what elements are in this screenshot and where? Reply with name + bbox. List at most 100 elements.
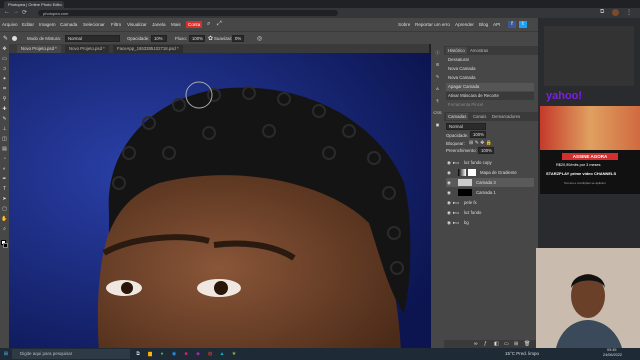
- profile-avatar[interactable]: [612, 9, 619, 16]
- taskbar-search-box[interactable]: Digite aqui para pesquisar: [12, 349, 130, 359]
- clock-date[interactable]: 24/06/2022: [603, 353, 622, 357]
- fullscreen-icon[interactable]: ⤢: [217, 21, 222, 28]
- pen-tool-icon[interactable]: ✒: [1, 176, 8, 183]
- properties-icon[interactable]: ☰: [433, 60, 442, 69]
- history-item[interactable]: Apagar Camada: [446, 83, 534, 91]
- smoothing-input[interactable]: 0%: [232, 35, 244, 42]
- layer-row[interactable]: ◉ ▸▭ luz fundo copy: [446, 158, 534, 167]
- clock-time[interactable]: 09:45: [607, 348, 617, 352]
- menu-mais[interactable]: Mais: [171, 22, 181, 27]
- tab-history[interactable]: Histórico: [446, 47, 467, 54]
- reload-icon[interactable]: ⟳: [22, 9, 27, 16]
- chrome-icon[interactable]: ◍: [206, 350, 214, 358]
- back-icon[interactable]: ←: [4, 9, 10, 15]
- history-item[interactable]: Nova Camada: [446, 74, 534, 82]
- image-panel-icon[interactable]: ▣: [433, 120, 442, 129]
- css-icon[interactable]: CSS: [433, 108, 442, 117]
- taskbar-app-icon[interactable]: ●: [158, 350, 166, 358]
- menu-visualizar[interactable]: Visualizar: [127, 22, 147, 27]
- lock-icons[interactable]: ⊞ ✎ ✥ 🔒: [469, 140, 492, 146]
- fill-input[interactable]: 100%: [478, 147, 494, 154]
- menu-api[interactable]: API: [493, 22, 500, 27]
- task-view-icon[interactable]: ⧉: [134, 350, 142, 358]
- dodge-tool-icon[interactable]: ◐: [1, 166, 8, 173]
- menu-blog[interactable]: Blog: [479, 22, 488, 27]
- tab-channels[interactable]: Canais: [471, 113, 488, 120]
- layer-row[interactable]: ◉ ▸▭ bg: [446, 218, 534, 227]
- move-tool-icon[interactable]: ✥: [1, 46, 8, 53]
- new-layer-icon[interactable]: ⊞: [514, 341, 518, 347]
- crop-tool-icon[interactable]: ⌗: [1, 86, 8, 93]
- image-canvas[interactable]: [9, 53, 431, 348]
- menu-sobre[interactable]: Sobre: [398, 22, 410, 27]
- history-item[interactable]: Nova Camada: [446, 65, 534, 73]
- paragraph-icon[interactable]: ¶: [433, 96, 442, 105]
- file-explorer-icon[interactable]: ▆: [146, 350, 154, 358]
- doc-tab-2[interactable]: Novo Projeto.psd *: [65, 45, 109, 53]
- menu-filtro[interactable]: Filtro: [111, 22, 121, 27]
- menu-imagem[interactable]: Imagem: [39, 22, 56, 27]
- extensions-icon[interactable]: ⧉: [600, 9, 604, 16]
- history-item[interactable]: Ativar Máscara de Recorte: [446, 92, 534, 100]
- marquee-tool-icon[interactable]: ▭: [1, 56, 8, 63]
- layer-row[interactable]: ◉ ▸▭ pele fx: [446, 198, 534, 207]
- layer-opacity-input[interactable]: 100%: [470, 131, 486, 138]
- history-item[interactable]: Ferramenta Pincel: [446, 101, 534, 109]
- menu-aprender[interactable]: Aprender: [455, 22, 474, 27]
- browser-menu-icon[interactable]: ⋮: [626, 9, 632, 16]
- facebook-icon[interactable]: f: [508, 21, 516, 28]
- browser-tab[interactable]: Photopea | Online Photo Edito: [4, 1, 64, 8]
- layer-row[interactable]: ◉ Camada 1: [446, 188, 534, 197]
- layer-row[interactable]: ◉ Mapa de Gradiente: [446, 168, 534, 177]
- mask-icon[interactable]: ◧: [494, 341, 499, 347]
- url-field[interactable]: photopea.com: [38, 10, 338, 16]
- link-icon[interactable]: ∞: [474, 341, 478, 347]
- forward-icon[interactable]: →: [13, 9, 19, 15]
- tab-swatches[interactable]: Amostras: [468, 47, 490, 54]
- tab-layers[interactable]: Camadas: [446, 113, 469, 120]
- trash-icon[interactable]: 🗑: [524, 341, 530, 347]
- windows-start-icon[interactable]: ⊞: [2, 350, 10, 358]
- ad-cta-button[interactable]: ASSINE AGORA: [562, 153, 618, 160]
- layer-blend-select[interactable]: Normal: [446, 123, 486, 130]
- edge-icon[interactable]: ◉: [170, 350, 178, 358]
- eye-icon[interactable]: ◉: [447, 160, 451, 166]
- doc-tab-1[interactable]: Novo Projeto.psd *: [17, 45, 61, 53]
- eyedropper-icon[interactable]: ⚲: [1, 96, 8, 103]
- brush-icon[interactable]: ✎: [1, 116, 8, 123]
- airbrush-icon[interactable]: ✿: [208, 35, 213, 42]
- eye-icon[interactable]: ◉: [447, 200, 451, 206]
- zoom-tool-icon[interactable]: ⌕: [1, 226, 8, 233]
- taskbar-app-icon[interactable]: ▲: [218, 350, 226, 358]
- path-select-icon[interactable]: ➤: [1, 196, 8, 203]
- type-tool-icon[interactable]: T: [1, 186, 8, 193]
- hand-tool-icon[interactable]: ✋: [1, 216, 8, 223]
- menu-reportar[interactable]: Reportar um erro: [415, 22, 450, 27]
- layer-row[interactable]: ◉ Camada 3: [446, 178, 534, 187]
- magic-wand-icon[interactable]: ✦: [1, 76, 8, 83]
- blend-mode-select[interactable]: Normal: [65, 35, 120, 42]
- eye-icon[interactable]: ◉: [447, 210, 451, 216]
- menu-selecionar[interactable]: Selecionar: [83, 22, 105, 27]
- menu-conta[interactable]: Conta: [186, 21, 203, 28]
- brush-panel-icon[interactable]: ✎: [433, 72, 442, 81]
- menu-camada[interactable]: Camada: [60, 22, 77, 27]
- blur-tool-icon[interactable]: ◔: [1, 156, 8, 163]
- clone-stamp-icon[interactable]: ⊥: [1, 126, 8, 133]
- brush-tool-icon[interactable]: ✎: [3, 35, 8, 42]
- shape-tool-icon[interactable]: ▢: [1, 206, 8, 213]
- taskbar-app-icon[interactable]: ■: [182, 350, 190, 358]
- taskbar-app-icon[interactable]: ★: [230, 350, 238, 358]
- eye-icon[interactable]: ◉: [447, 170, 451, 176]
- character-icon[interactable]: A: [433, 84, 442, 93]
- background-color-swatch[interactable]: [3, 243, 8, 248]
- history-item[interactable]: Dessaturar: [446, 56, 534, 64]
- weather-text[interactable]: 15°C Pred. limpo: [505, 351, 539, 356]
- ad-text-block[interactable]: ASSINE AGORA R$20,90/mês por 3 meses STA…: [540, 150, 640, 194]
- menu-janela[interactable]: Janela: [152, 22, 166, 27]
- new-folder-icon[interactable]: ▭: [504, 341, 509, 347]
- lasso-tool-icon[interactable]: ↄ: [1, 66, 8, 73]
- menu-editar[interactable]: Editar: [22, 22, 34, 27]
- eye-icon[interactable]: ◉: [447, 190, 451, 196]
- eraser-icon[interactable]: ◫: [1, 136, 8, 143]
